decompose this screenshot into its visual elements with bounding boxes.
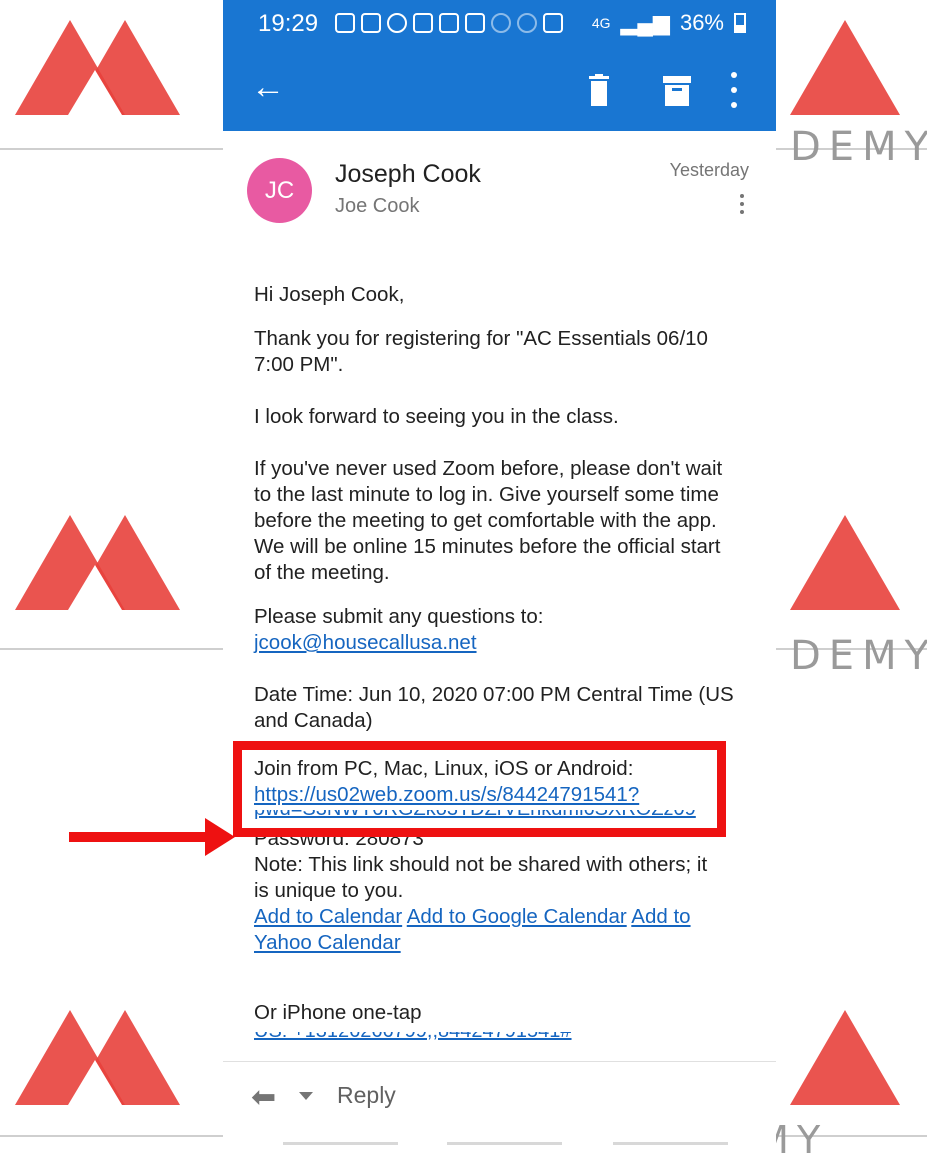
paragraph-questions: Please submit any questions to: jcook@ho… bbox=[254, 604, 754, 656]
archive-icon[interactable] bbox=[663, 74, 691, 106]
ring-app-icon bbox=[335, 13, 355, 33]
datetime-line1: Date Time: Jun 10, 2020 07:00 PM Central… bbox=[254, 683, 734, 706]
note-line2: is unique to you. bbox=[254, 879, 404, 902]
gallery-icon bbox=[465, 13, 485, 33]
message-date: Yesterday bbox=[669, 160, 749, 180]
reply-bar: ⬅ Reply bbox=[223, 1061, 776, 1130]
battery-icon bbox=[734, 13, 746, 33]
back-arrow-icon[interactable]: ← bbox=[251, 70, 285, 104]
annotation-arrow bbox=[69, 832, 214, 842]
reply-arrow-icon[interactable]: ⬅ bbox=[251, 1080, 276, 1115]
p3-line2: to the last minute to log in. Give yours… bbox=[254, 483, 719, 506]
add-to-yahoo-link-part2[interactable]: Yahoo Calendar bbox=[254, 931, 401, 954]
status-right: 4G ▂▄▆ 36% bbox=[592, 10, 746, 36]
reply-options-caret-icon[interactable] bbox=[299, 1092, 313, 1100]
watermark-logo-left-top bbox=[15, 20, 125, 115]
p1-line2: 7:00 PM". bbox=[254, 353, 344, 376]
message-more-icon[interactable] bbox=[739, 194, 745, 214]
add-to-calendar-link[interactable]: Add to Calendar bbox=[254, 905, 402, 928]
highlight-box bbox=[233, 741, 726, 837]
p3-line3: before the meeting to get comfortable wi… bbox=[254, 509, 717, 532]
shield-icon bbox=[543, 13, 563, 33]
paragraph-zoom: If you've never used Zoom before, please… bbox=[254, 456, 754, 586]
sender-alias: Joe Cook bbox=[335, 195, 420, 217]
reply-button[interactable]: Reply bbox=[337, 1082, 396, 1109]
iphone-label: Or iPhone one-tap bbox=[254, 1001, 422, 1024]
iphone-overflow: US: +13126266799,,84424791541# bbox=[254, 1032, 724, 1044]
fingerprint-icon-2 bbox=[517, 13, 537, 33]
instagram-icon bbox=[413, 13, 433, 33]
questions-label: Please submit any questions to: bbox=[254, 605, 544, 628]
add-to-google-calendar-link[interactable]: Add to Google Calendar bbox=[407, 905, 627, 928]
add-to-yahoo-link-part1[interactable]: Add to bbox=[631, 905, 690, 928]
app-bar: ← bbox=[223, 50, 776, 131]
status-time: 19:29 bbox=[258, 10, 319, 37]
paragraph-forward: I look forward to seeing you in the clas… bbox=[254, 405, 619, 428]
trash-icon[interactable] bbox=[589, 74, 609, 106]
sender-avatar[interactable]: JC bbox=[247, 158, 312, 223]
watermark-text-1: DEMY bbox=[790, 124, 927, 170]
voicemail-icon bbox=[387, 13, 407, 33]
iphone-onetap-cut[interactable]: US: +13126266799,,84424791541# bbox=[254, 1032, 724, 1044]
fingerprint-icon bbox=[491, 13, 511, 33]
p3-line4: We will be online 15 minutes before the … bbox=[254, 535, 721, 558]
network-label: 4G bbox=[591, 15, 611, 31]
annotation-arrow-head bbox=[205, 818, 235, 856]
instagram-icon-2 bbox=[439, 13, 459, 33]
paragraph-registration: Thank you for registering for "AC Essent… bbox=[254, 326, 754, 378]
battery-percent: 36% bbox=[679, 10, 724, 35]
nav-bar-center bbox=[447, 1142, 562, 1145]
signal-icon: ▂▄▆ bbox=[620, 10, 670, 35]
datetime-line2: and Canada) bbox=[254, 709, 373, 732]
phone-screen: 19:29 4G ▂▄▆ 36% ← JC Joseph Cook Joe Co… bbox=[223, 0, 776, 1158]
notification-icons bbox=[335, 13, 563, 33]
p3-line5: of the meeting. bbox=[254, 561, 390, 584]
paragraph-datetime: Date Time: Jun 10, 2020 07:00 PM Central… bbox=[254, 682, 754, 734]
greeting: Hi Joseph Cook, bbox=[254, 283, 405, 306]
note-line1: Note: This link should not be shared wit… bbox=[254, 853, 708, 876]
nav-bar-left bbox=[283, 1142, 398, 1145]
paragraph-password: Password: 280873 Note: This link should … bbox=[254, 826, 754, 956]
email-link[interactable]: jcook@housecallusa.net bbox=[254, 631, 477, 654]
p1-line1: Thank you for registering for "AC Essent… bbox=[254, 327, 708, 350]
status-bar: 19:29 4G ▂▄▆ 36% bbox=[223, 0, 776, 50]
g-app-icon bbox=[361, 13, 381, 33]
nav-bar-right bbox=[613, 1142, 728, 1145]
watermark-logo-right-top bbox=[790, 20, 900, 115]
p3-line1: If you've never used Zoom before, please… bbox=[254, 457, 723, 480]
more-options-icon[interactable] bbox=[729, 72, 739, 108]
watermark-text-2: DEMY bbox=[790, 633, 927, 679]
sender-name: Joseph Cook bbox=[335, 160, 481, 188]
